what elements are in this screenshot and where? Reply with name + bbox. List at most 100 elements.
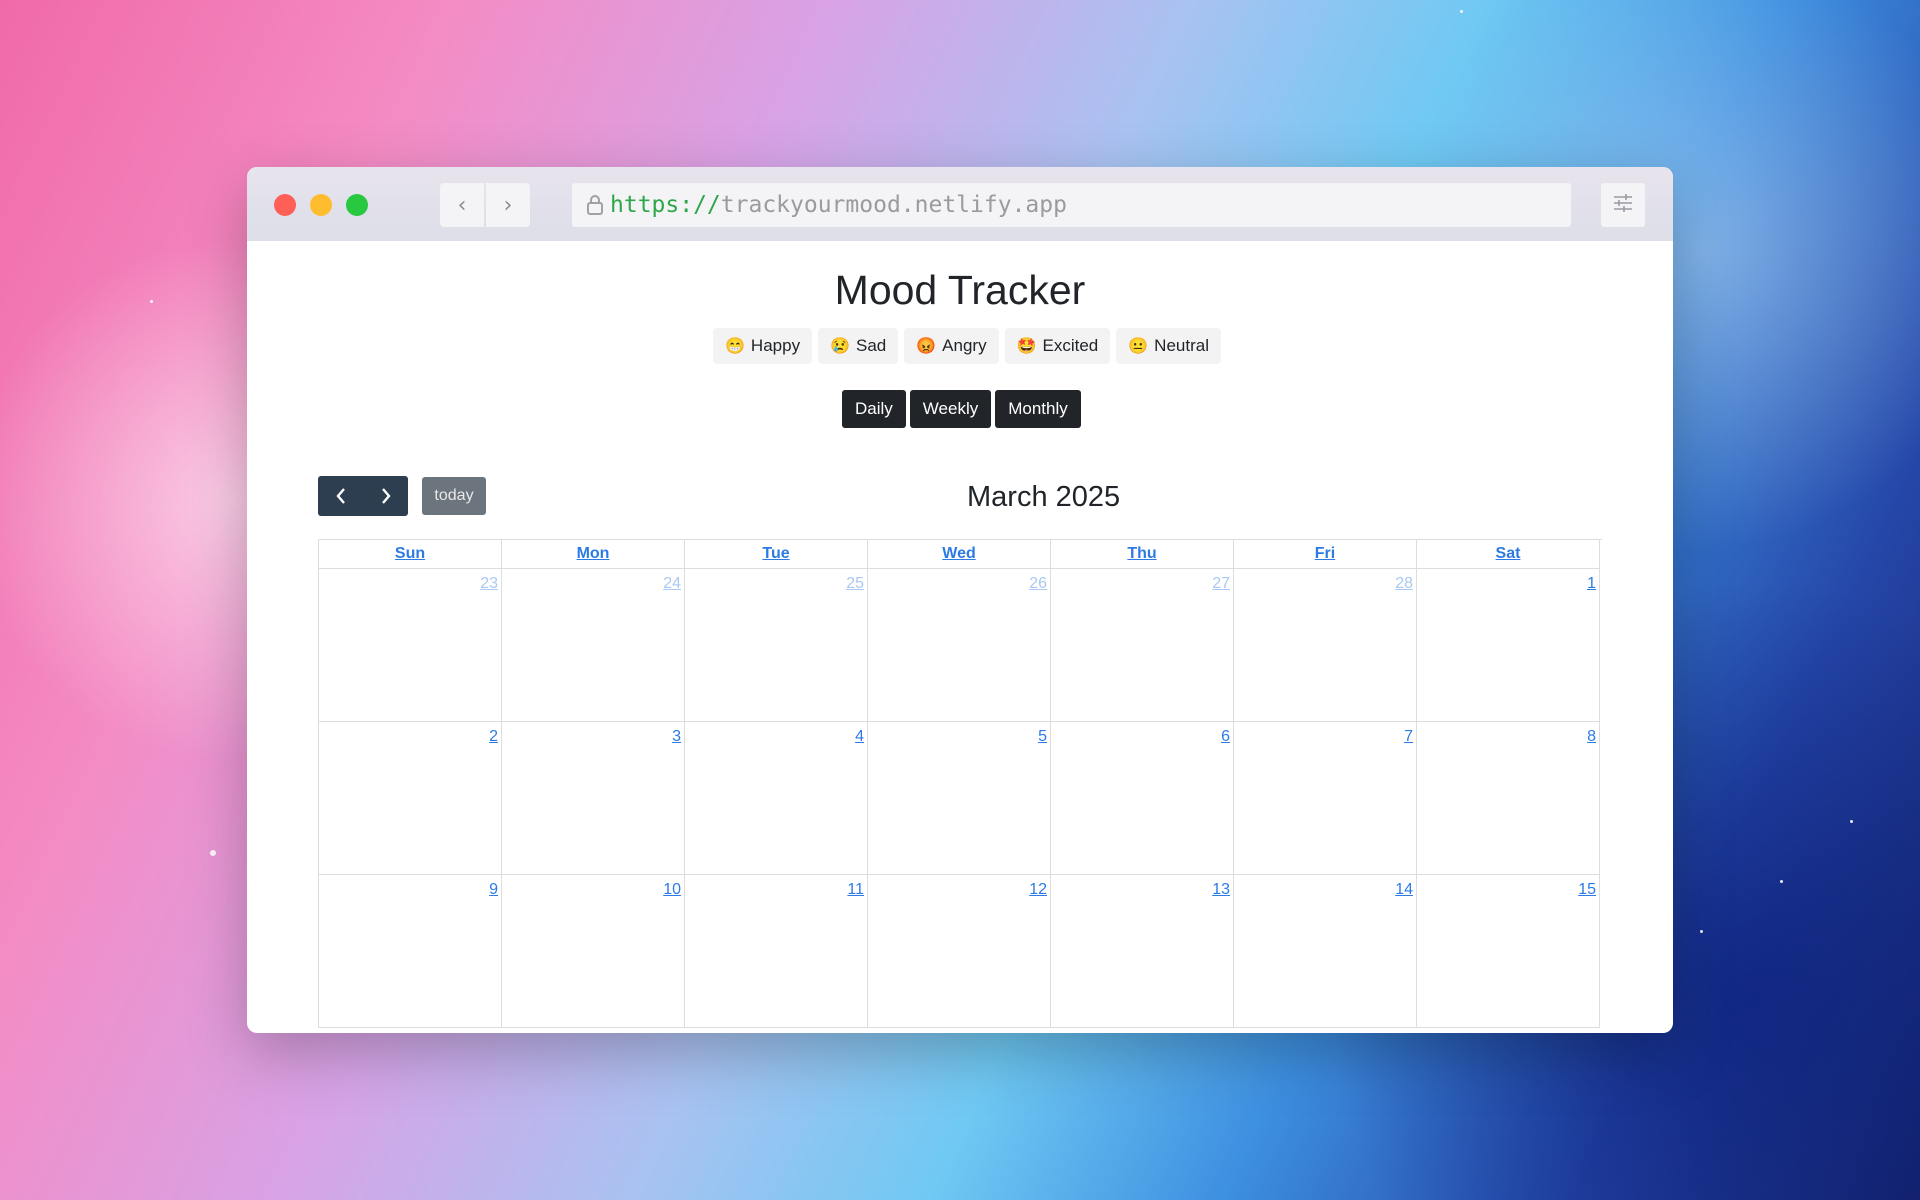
calendar-week-row: 2 3 4 5 6 7 8 [319, 722, 1602, 875]
day-number-link[interactable]: 1 [1587, 575, 1596, 593]
day-number-link[interactable]: 23 [480, 575, 498, 593]
calendar-day-cell[interactable]: 28 [1234, 569, 1417, 722]
calendar-weeks: 23 24 25 26 27 28 1 2 3 4 5 6 7 8 9 10 11 12 13 14 15 [319, 569, 1602, 1028]
maximize-window-button[interactable] [346, 194, 368, 216]
day-number-link[interactable]: 7 [1404, 728, 1413, 746]
url-host: trackyourmood.netlify.app [720, 192, 1067, 218]
day-number-link[interactable]: 14 [1395, 881, 1413, 899]
browser-nav-buttons: ‹ › [440, 183, 530, 227]
mood-button-angry[interactable]: 😡 Angry [904, 328, 999, 364]
calendar-week-row: 23 24 25 26 27 28 1 [319, 569, 1602, 722]
day-number-link[interactable]: 25 [846, 575, 864, 593]
calendar-day-cell[interactable]: 11 [685, 875, 868, 1028]
day-number-link[interactable]: 12 [1029, 881, 1047, 899]
calendar-day-cell[interactable]: 27 [1051, 569, 1234, 722]
calendar-grid: Sun Mon Tue Wed Thu Fri Sat 23 24 25 26 27 28… [318, 539, 1602, 1028]
browser-settings-button[interactable] [1601, 183, 1645, 227]
calendar-day-cell[interactable]: 14 [1234, 875, 1417, 1028]
calendar-day-cell[interactable]: 2 [319, 722, 502, 875]
day-number-link[interactable]: 8 [1587, 728, 1596, 746]
calendar-month-title: March 2025 [967, 481, 1121, 513]
page-content: Mood Tracker 😁 Happy 😢 Sad 😡 Angry 🤩 Exc… [247, 241, 1673, 1033]
browser-forward-button[interactable]: › [486, 183, 530, 227]
day-number-link[interactable]: 2 [489, 728, 498, 746]
calendar-day-cell[interactable]: 10 [502, 875, 685, 1028]
calendar-day-cell[interactable]: 8 [1417, 722, 1600, 875]
day-number-link[interactable]: 15 [1578, 881, 1596, 899]
calendar-day-cell[interactable]: 26 [868, 569, 1051, 722]
mood-label: Excited [1042, 336, 1099, 355]
weekday-header-tue[interactable]: Tue [685, 540, 868, 569]
weekday-header-mon[interactable]: Mon [502, 540, 685, 569]
day-number-link[interactable]: 28 [1395, 575, 1413, 593]
day-number-link[interactable]: 10 [663, 881, 681, 899]
calendar-nav [318, 476, 408, 516]
weekday-header-thu[interactable]: Thu [1051, 540, 1234, 569]
day-number-link[interactable]: 11 [847, 881, 864, 899]
weekday-header-row: Sun Mon Tue Wed Thu Fri Sat [319, 540, 1602, 569]
day-number-link[interactable]: 6 [1221, 728, 1230, 746]
star-decoration [1460, 10, 1463, 13]
browser-toolbar: ‹ › https:// trackyourmood.netlify.app [247, 167, 1673, 241]
address-bar[interactable]: https:// trackyourmood.netlify.app [572, 183, 1571, 227]
today-button[interactable]: today [422, 477, 486, 515]
chevron-right-icon: › [503, 192, 513, 218]
next-month-button[interactable] [363, 476, 408, 516]
day-number-link[interactable]: 13 [1212, 881, 1230, 899]
calendar-day-cell[interactable]: 13 [1051, 875, 1234, 1028]
calendar-day-cell[interactable]: 15 [1417, 875, 1600, 1028]
star-decoration [150, 300, 153, 303]
mood-button-excited[interactable]: 🤩 Excited [1004, 328, 1111, 364]
sliders-icon [1612, 194, 1634, 216]
neutral-emoji-icon: 😐 [1128, 338, 1149, 355]
calendar-day-cell[interactable]: 1 [1417, 569, 1600, 722]
view-monthly-button[interactable]: Monthly [995, 390, 1081, 428]
weekday-header-fri[interactable]: Fri [1234, 540, 1417, 569]
excited-emoji-icon: 🤩 [1016, 338, 1037, 355]
calendar-day-cell[interactable]: 12 [868, 875, 1051, 1028]
calendar-day-cell[interactable]: 4 [685, 722, 868, 875]
mood-label: Happy [750, 336, 801, 355]
calendar-day-cell[interactable]: 25 [685, 569, 868, 722]
day-number-link[interactable]: 5 [1038, 728, 1047, 746]
minimize-window-button[interactable] [310, 194, 332, 216]
calendar-day-cell[interactable]: 6 [1051, 722, 1234, 875]
browser-back-button[interactable]: ‹ [440, 183, 484, 227]
star-decoration [210, 850, 216, 856]
day-number-link[interactable]: 4 [855, 728, 864, 746]
day-number-link[interactable]: 26 [1029, 575, 1047, 593]
mood-label: Sad [855, 336, 887, 355]
weekday-header-sun[interactable]: Sun [319, 540, 502, 569]
calendar-day-cell[interactable]: 5 [868, 722, 1051, 875]
star-decoration [1700, 930, 1703, 933]
mood-button-neutral[interactable]: 😐 Neutral [1116, 328, 1221, 364]
calendar-day-cell[interactable]: 7 [1234, 722, 1417, 875]
page-title: Mood Tracker [834, 267, 1086, 313]
mood-button-sad[interactable]: 😢 Sad [818, 328, 899, 364]
chevron-left-icon [335, 488, 345, 504]
browser-window: ‹ › https:// trackyourmood.netlify.app M… [247, 167, 1673, 1033]
happy-emoji-icon: 😁 [725, 338, 745, 355]
star-decoration [1780, 880, 1783, 883]
calendar-day-cell[interactable]: 24 [502, 569, 685, 722]
star-decoration [1850, 820, 1853, 823]
day-number-link[interactable]: 27 [1212, 575, 1230, 593]
prev-month-button[interactable] [318, 476, 363, 516]
weekday-header-wed[interactable]: Wed [868, 540, 1051, 569]
day-number-link[interactable]: 9 [489, 881, 498, 899]
calendar-day-cell[interactable]: 9 [319, 875, 502, 1028]
day-number-link[interactable]: 24 [663, 575, 681, 593]
sad-emoji-icon: 😢 [830, 338, 850, 355]
view-weekly-button[interactable]: Weekly [909, 390, 992, 428]
close-window-button[interactable] [274, 194, 296, 216]
day-number-link[interactable]: 3 [672, 728, 681, 746]
calendar-week-row: 9 10 11 12 13 14 15 [319, 875, 1602, 1028]
calendar-day-cell[interactable]: 3 [502, 722, 685, 875]
lock-icon [580, 194, 610, 216]
view-daily-button[interactable]: Daily [842, 390, 906, 428]
weekday-header-sat[interactable]: Sat [1417, 540, 1600, 569]
calendar-day-cell[interactable]: 23 [319, 569, 502, 722]
url-scheme: https:// [610, 192, 721, 218]
mood-label: Neutral [1154, 336, 1209, 355]
mood-button-happy[interactable]: 😁 Happy [713, 328, 813, 364]
